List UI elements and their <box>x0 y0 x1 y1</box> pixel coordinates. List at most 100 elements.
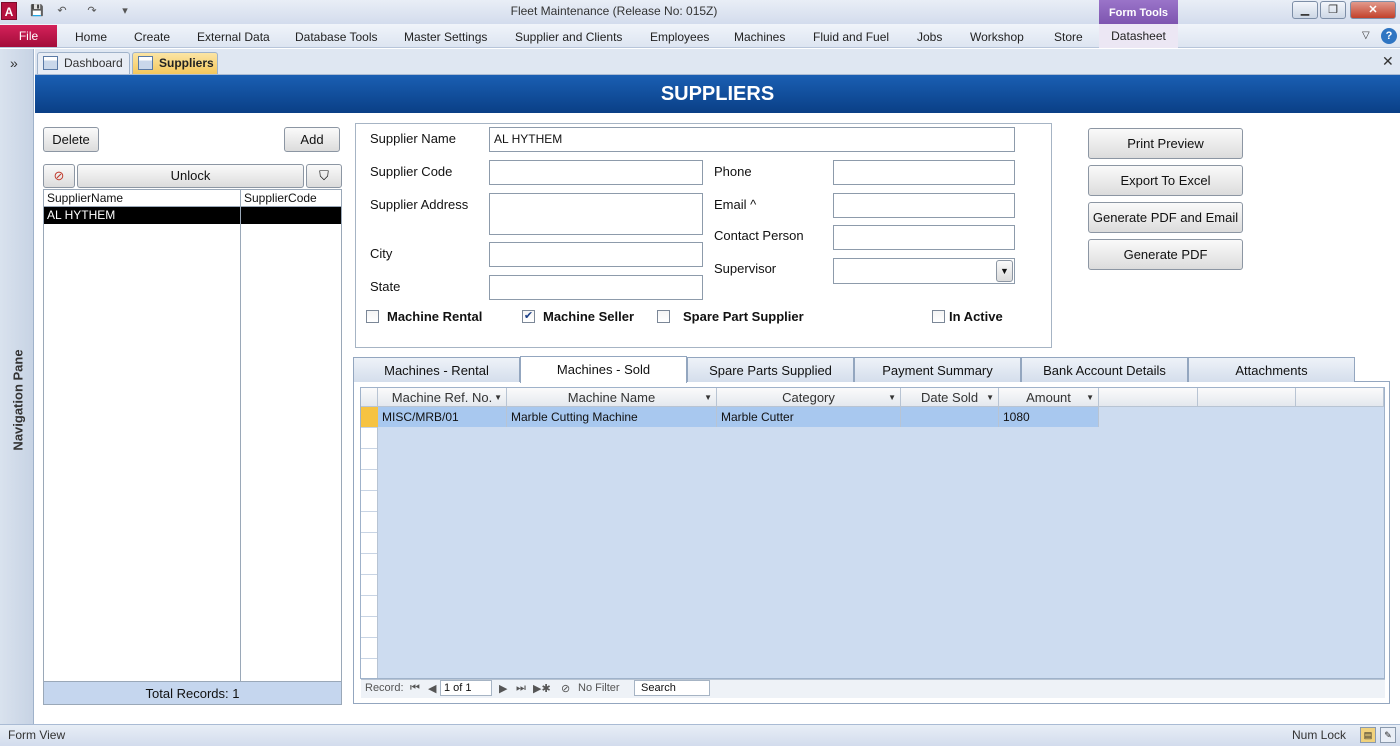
no-filter-icon: ⊘ <box>561 683 571 695</box>
machine-rental-checkbox[interactable] <box>366 310 379 323</box>
state-field[interactable] <box>489 275 703 300</box>
cell-machine-ref[interactable]: MISC/MRB/01 <box>378 407 507 427</box>
supervisor-dropdown-icon[interactable]: ▼ <box>996 260 1013 282</box>
tab-fluid-and-fuel[interactable]: Fluid and Fuel <box>813 30 889 44</box>
column-header-label: Date Sold <box>920 390 979 405</box>
close-window-button[interactable]: ✕ <box>1350 1 1396 19</box>
sort-dropdown-icon[interactable]: ▼ <box>888 388 896 407</box>
status-bar <box>0 724 1400 746</box>
minimize-ribbon-icon[interactable]: ▽ <box>1362 30 1370 41</box>
unlock-button[interactable]: Unlock <box>77 164 304 188</box>
tab-spare-parts-supplied[interactable]: Spare Parts Supplied <box>687 357 854 382</box>
navigation-pane-label[interactable]: Navigation Pane <box>11 349 26 450</box>
tab-employees[interactable]: Employees <box>650 30 709 44</box>
column-header-supplier-code[interactable]: SupplierCode <box>244 190 317 207</box>
spare-part-supplier-checkbox[interactable] <box>657 310 670 323</box>
column-header-machine-ref[interactable]: Machine Ref. No. ▼ <box>378 388 507 407</box>
tab-bank-account-details[interactable]: Bank Account Details <box>1021 357 1188 382</box>
tab-store[interactable]: Store <box>1054 30 1083 44</box>
help-icon[interactable]: ? <box>1381 28 1397 44</box>
sort-dropdown-icon[interactable]: ▼ <box>986 388 994 407</box>
supplier-address-field[interactable] <box>489 193 703 235</box>
tab-machines[interactable]: Machines <box>734 30 785 44</box>
email-field[interactable] <box>833 193 1015 218</box>
tab-master-settings[interactable]: Master Settings <box>404 30 487 44</box>
machine-rental-label: Machine Rental <box>387 309 483 324</box>
restore-button[interactable]: ❐ <box>1320 1 1346 19</box>
tab-home[interactable]: Home <box>75 30 107 44</box>
phone-field[interactable] <box>833 160 1015 185</box>
file-tab[interactable]: File <box>0 25 57 47</box>
column-header-category[interactable]: Category ▼ <box>717 388 901 407</box>
city-label: City <box>370 246 393 261</box>
doc-tab-label: Suppliers <box>159 56 214 70</box>
contact-person-field[interactable] <box>833 225 1015 250</box>
column-header-supplier-name[interactable]: SupplierName <box>47 190 123 207</box>
num-lock-status: Num Lock <box>1292 728 1347 742</box>
city-field[interactable] <box>489 242 703 267</box>
first-record-icon[interactable]: ⏮ <box>410 682 420 695</box>
tab-workshop[interactable]: Workshop <box>970 30 1024 44</box>
cell-category[interactable]: Marble Cutter <box>717 407 901 427</box>
email-label: Email ^ <box>714 197 757 212</box>
clear-filter-icon[interactable]: ⊘ <box>43 164 75 188</box>
previous-record-icon[interactable]: ◀ <box>428 682 436 695</box>
add-button[interactable]: Add <box>284 127 340 152</box>
current-record-marker[interactable] <box>361 407 378 427</box>
column-header-empty <box>1099 388 1198 407</box>
tab-create[interactable]: Create <box>134 30 170 44</box>
generate-pdf-button[interactable]: Generate PDF <box>1088 239 1243 270</box>
doc-tab-suppliers[interactable]: Suppliers <box>132 52 218 74</box>
record-selector-column[interactable] <box>361 407 378 678</box>
nav-pane-toggle-icon[interactable]: » <box>10 55 18 71</box>
tab-jobs[interactable]: Jobs <box>917 30 942 44</box>
new-record-icon[interactable]: ▶✱ <box>533 682 551 695</box>
tab-external-data[interactable]: External Data <box>197 30 270 44</box>
sort-dropdown-icon[interactable]: ▼ <box>494 388 502 407</box>
form-icon <box>43 56 58 70</box>
tab-database-tools[interactable]: Database Tools <box>295 30 378 44</box>
supervisor-select[interactable] <box>833 258 1015 284</box>
supplier-name-cell: AL HYTHEM <box>47 208 116 222</box>
next-record-icon[interactable]: ▶ <box>499 682 507 695</box>
form-view-icon[interactable]: ▤ <box>1360 727 1376 743</box>
column-header-label: Amount <box>1026 390 1071 405</box>
select-all-corner[interactable] <box>361 388 378 407</box>
filter-status-label[interactable]: No Filter <box>578 682 620 694</box>
delete-button[interactable]: Delete <box>43 127 99 152</box>
tab-machines-sold[interactable]: Machines - Sold <box>520 356 687 383</box>
column-header-machine-name[interactable]: Machine Name ▼ <box>507 388 717 407</box>
current-record-field[interactable]: 1 of 1 <box>440 680 492 696</box>
contact-person-label: Contact Person <box>714 228 804 243</box>
print-preview-button[interactable]: Print Preview <box>1088 128 1243 159</box>
supplier-name-field[interactable]: AL HYTHEM <box>489 127 1015 152</box>
datasheet-search-input[interactable]: Search <box>634 680 710 696</box>
cell-date-sold[interactable] <box>901 407 999 427</box>
sort-dropdown-icon[interactable]: ▼ <box>704 388 712 407</box>
cell-amount[interactable]: 1080 <box>999 407 1099 427</box>
doc-tab-dashboard[interactable]: Dashboard <box>37 52 130 74</box>
export-to-excel-button[interactable]: Export To Excel <box>1088 165 1243 196</box>
machine-seller-checkbox[interactable]: ✔ <box>522 310 535 323</box>
spare-part-supplier-label: Spare Part Supplier <box>683 309 804 324</box>
tab-supplier-and-clients[interactable]: Supplier and Clients <box>515 30 622 44</box>
cell-machine-name[interactable]: Marble Cutting Machine <box>507 407 717 427</box>
generate-pdf-and-email-button[interactable]: Generate PDF and Email <box>1088 202 1243 233</box>
column-header-date-sold[interactable]: Date Sold ▼ <box>901 388 999 407</box>
tab-machines-rental[interactable]: Machines - Rental <box>353 357 520 382</box>
supplier-code-field[interactable] <box>489 160 703 185</box>
tab-datasheet[interactable]: Datasheet <box>1099 24 1178 48</box>
state-label: State <box>370 279 401 294</box>
in-active-label: In Active <box>949 309 1003 324</box>
design-view-icon[interactable]: ✎ <box>1380 727 1396 743</box>
tab-attachments[interactable]: Attachments <box>1188 357 1355 382</box>
minimize-button[interactable]: ▁ <box>1292 1 1318 19</box>
sort-dropdown-icon[interactable]: ▼ <box>1086 388 1094 407</box>
column-header-amount[interactable]: Amount ▼ <box>999 388 1099 407</box>
in-active-checkbox[interactable] <box>932 310 945 323</box>
last-record-icon[interactable]: ⏭ <box>516 682 526 695</box>
list-item[interactable]: AL HYTHEM <box>44 207 341 224</box>
filter-icon[interactable]: ⛉ <box>306 164 342 188</box>
tab-payment-summary[interactable]: Payment Summary <box>854 357 1021 382</box>
close-document-icon[interactable]: ✕ <box>1382 53 1394 70</box>
